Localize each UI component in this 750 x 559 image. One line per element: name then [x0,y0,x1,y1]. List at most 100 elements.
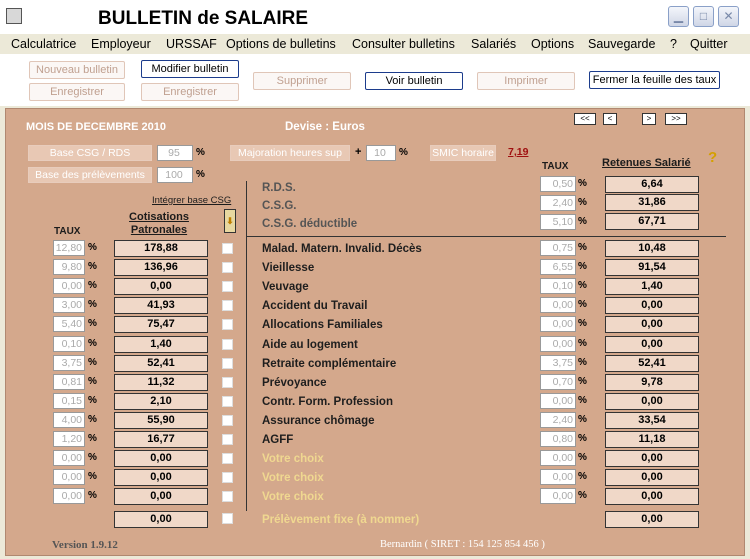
patronal-rate-input[interactable]: 9,80 [53,259,85,275]
patronal-amount: 75,47 [114,316,208,333]
cotisation-label[interactable]: Votre choix [262,453,324,465]
menu-quitter[interactable]: Quitter [690,37,728,51]
nav-next-button[interactable]: > [642,113,656,125]
nav-first-button[interactable]: << [574,113,596,125]
integrer-csg-checkbox[interactable] [222,396,233,407]
integrer-csg-checkbox[interactable] [222,262,233,273]
salarie-rate-input[interactable]: 0,00 [540,297,576,313]
cotisation-label: Veuvage [262,281,309,293]
menu-sauvegarde[interactable]: Sauvegarde [588,37,655,51]
app-icon[interactable] [6,8,22,24]
patronal-rate-input[interactable]: 1,20 [53,431,85,447]
salarie-rate-input[interactable]: 0,00 [540,336,576,352]
percent-sign: % [196,147,205,158]
salarie-rate-input[interactable]: 0,80 [540,431,576,447]
salarie-rate-input[interactable]: 2,40 [540,412,576,428]
percent-sign: % [578,280,587,291]
enregistrer-right-button[interactable]: Enregistrer [141,83,239,101]
patronal-rate-input[interactable]: 0,10 [53,336,85,352]
patronal-rate-input[interactable]: 0,00 [53,450,85,466]
minimize-button[interactable]: ▁ [668,6,689,27]
salarie-rate-input[interactable]: 3,75 [540,355,576,371]
base-csg-input[interactable]: 95 [157,145,193,161]
cotisation-label[interactable]: Votre choix [262,491,324,503]
modifier-bulletin-button[interactable]: Modifier bulletin [141,60,239,78]
integrer-csg-checkbox[interactable] [222,434,233,445]
arrow-down-icon[interactable]: ⬇ [224,209,236,233]
percent-sign: % [88,414,97,425]
smic-value[interactable]: 7,19 [508,146,528,158]
nav-last-button[interactable]: >> [665,113,687,125]
maximize-button[interactable]: □ [693,6,714,27]
patronal-rate-input[interactable]: 0,00 [53,278,85,294]
percent-sign: % [578,414,587,425]
patronal-rate-input[interactable]: 3,75 [53,355,85,371]
integrer-csg-checkbox[interactable] [222,281,233,292]
salarie-rate-input[interactable]: 0,00 [540,488,576,504]
patronal-rate-input[interactable]: 3,00 [53,297,85,313]
percent-sign: % [578,357,587,368]
patronal-rate-input[interactable]: 0,00 [53,488,85,504]
patronal-rate-input[interactable]: 0,15 [53,393,85,409]
percent-sign: % [88,318,97,329]
majoration-heures-sup-button[interactable]: Majoration heures sup [230,145,350,161]
prelevement-fixe-checkbox[interactable] [222,513,233,524]
cotisation-label: Aide au logement [262,339,358,351]
integrer-csg-checkbox[interactable] [222,472,233,483]
menu-salaries[interactable]: Salariés [471,37,516,51]
nouveau-bulletin-button[interactable]: Nouveau bulletin [29,61,125,79]
menu-consulter-bulletins[interactable]: Consulter bulletins [352,37,455,51]
integrer-csg-checkbox[interactable] [222,377,233,388]
voir-bulletin-button[interactable]: Voir bulletin [365,72,463,90]
salarie-rate-input[interactable]: 0,70 [540,374,576,390]
integrer-csg-checkbox[interactable] [222,491,233,502]
help-icon[interactable]: ? [708,149,717,166]
menu-options[interactable]: Options [531,37,574,51]
salarie-rate-input[interactable]: 6,55 [540,259,576,275]
smic-horaire-button[interactable]: SMIC horaire [430,145,496,161]
base-prelevements-input[interactable]: 100 [157,167,193,183]
salarie-amount: 91,54 [605,259,699,276]
imprimer-button[interactable]: Imprimer [477,72,575,90]
integrer-csg-checkbox[interactable] [222,243,233,254]
percent-sign: % [578,318,587,329]
salarie-rate-input[interactable]: 0,75 [540,240,576,256]
csg-rate-input[interactable]: 0,50 [540,176,576,192]
salarie-rate-input[interactable]: 0,10 [540,278,576,294]
nav-prev-button[interactable]: < [603,113,617,125]
integrer-csg-checkbox[interactable] [222,358,233,369]
integrer-csg-checkbox[interactable] [222,453,233,464]
cotisation-label[interactable]: Votre choix [262,472,324,484]
base-csg-button[interactable]: Base CSG / RDS [28,145,152,161]
integrer-csg-checkbox[interactable] [222,339,233,350]
close-button[interactable]: ✕ [718,6,739,27]
enregistrer-left-button[interactable]: Enregistrer [29,83,125,101]
patronal-amount: 0,00 [114,278,208,295]
menu-urssaf[interactable]: URSSAF [166,37,217,51]
cotisation-label: Vieillesse [262,262,315,274]
csg-rate-input[interactable]: 5,10 [540,214,576,230]
fermer-feuille-taux-button[interactable]: Fermer la feuille des taux [589,71,720,89]
csg-amount: 31,86 [605,194,699,211]
menu-help[interactable]: ? [670,37,677,51]
integrer-csg-checkbox[interactable] [222,300,233,311]
menu-employeur[interactable]: Employeur [91,37,151,51]
salarie-rate-input[interactable]: 0,00 [540,469,576,485]
salarie-rate-input[interactable]: 0,00 [540,316,576,332]
base-prelevements-button[interactable]: Base des prélèvements [28,167,152,183]
integrer-csg-checkbox[interactable] [222,415,233,426]
patronal-rate-input[interactable]: 4,00 [53,412,85,428]
patronal-rate-input[interactable]: 0,81 [53,374,85,390]
patronal-rate-input[interactable]: 5,40 [53,316,85,332]
menu-calculatrice[interactable]: Calculatrice [11,37,76,51]
supprimer-button[interactable]: Supprimer [253,72,351,90]
integrer-csg-checkbox[interactable] [222,319,233,330]
csg-rate-input[interactable]: 2,40 [540,195,576,211]
menu-options-bulletins[interactable]: Options de bulletins [226,37,336,51]
majoration-input[interactable]: 10 [366,145,396,161]
prelevement-fixe-label[interactable]: Prélèvement fixe (à nommer) [262,514,419,526]
patronal-rate-input[interactable]: 12,80 [53,240,85,256]
salarie-rate-input[interactable]: 0,00 [540,393,576,409]
salarie-rate-input[interactable]: 0,00 [540,450,576,466]
patronal-rate-input[interactable]: 0,00 [53,469,85,485]
